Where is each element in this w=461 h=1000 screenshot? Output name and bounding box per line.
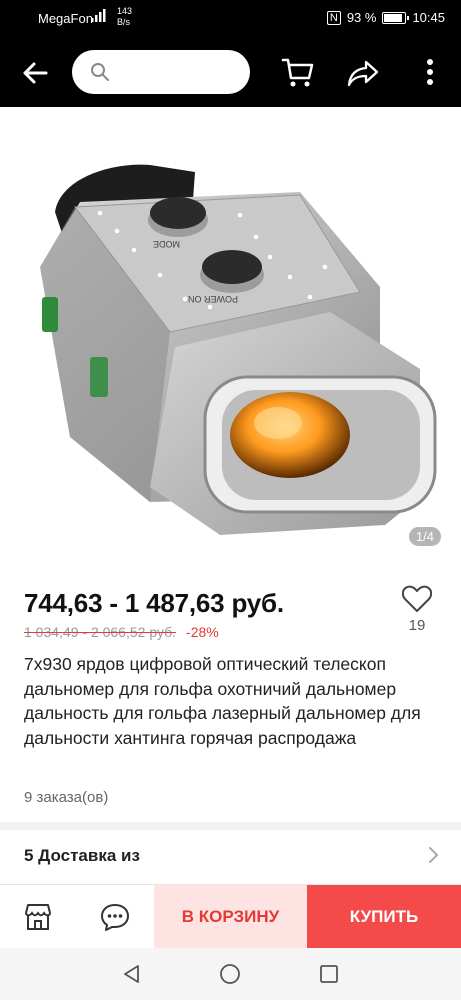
network-speed: 143 B/s [117,6,132,28]
action-bar: В КОРЗИНУ КУПИТЬ [0,884,461,949]
image-counter: 1/4 [408,527,441,546]
delivery-row[interactable]: 5 Доставка из [0,830,461,880]
nav-home-icon[interactable] [219,963,241,985]
signal-icon [91,9,106,22]
product-gallery[interactable]: MODE POWER ON 1/4 [0,107,461,563]
power-button-label: POWER ON [188,294,238,304]
chat-icon [101,904,129,931]
wishlist-button[interactable]: 19 [400,585,434,645]
nav-back-icon[interactable] [121,963,143,985]
search-bar[interactable] [72,50,250,94]
product-image: MODE POWER ON [40,164,437,535]
app-header: MegaFon 143 B/s N 93 % 10:45 [0,0,461,107]
delivery-label: 5 Доставка из [24,846,140,865]
carrier-name: MegaFon [38,11,93,26]
network-speed-unit: B/s [117,17,131,27]
wishlist-count: 19 [408,617,426,634]
battery-icon [382,11,410,24]
status-right: N 93 % 10:45 [326,10,445,25]
price-range: 744,63 - 1 487,63 руб. [24,588,284,618]
search-input[interactable] [120,60,238,84]
clock: 10:45 [412,10,445,25]
battery-percent: 93 % [346,10,377,25]
section-divider [0,822,461,830]
old-price-row: 1 034,49 - 2 066,52 руб. -28% [24,624,219,640]
add-to-cart-button[interactable]: В КОРЗИНУ [154,885,307,949]
heart-icon[interactable] [402,585,432,613]
cart-icon[interactable] [280,54,316,90]
arrow-left-icon[interactable] [20,58,50,88]
buy-now-button[interactable]: КУПИТЬ [307,885,461,949]
chat-button[interactable] [77,885,154,949]
status-bar: MegaFon 143 B/s N 93 % 10:45 [0,0,461,36]
search-icon [91,63,109,81]
mode-button-label: MODE [153,239,180,249]
system-navigation-bar [0,948,461,1000]
nfc-icon: N [326,10,341,25]
battery-level [384,13,403,22]
more-options-icon[interactable] [418,56,442,88]
share-icon[interactable] [345,56,381,90]
store-icon [25,904,51,930]
discount-badge: -28% [186,624,219,640]
orders-count: 9 заказа(ов) [24,789,109,806]
store-button[interactable] [0,885,77,949]
toolbar [0,40,461,104]
nav-recents-icon[interactable] [319,964,339,984]
product-title: 7x930 ярдов цифровой оптический телескоп… [24,654,421,748]
old-price: 1 034,49 - 2 066,52 руб. [24,624,177,640]
chevron-right-icon [429,847,439,863]
network-speed-value: 143 [117,6,133,16]
